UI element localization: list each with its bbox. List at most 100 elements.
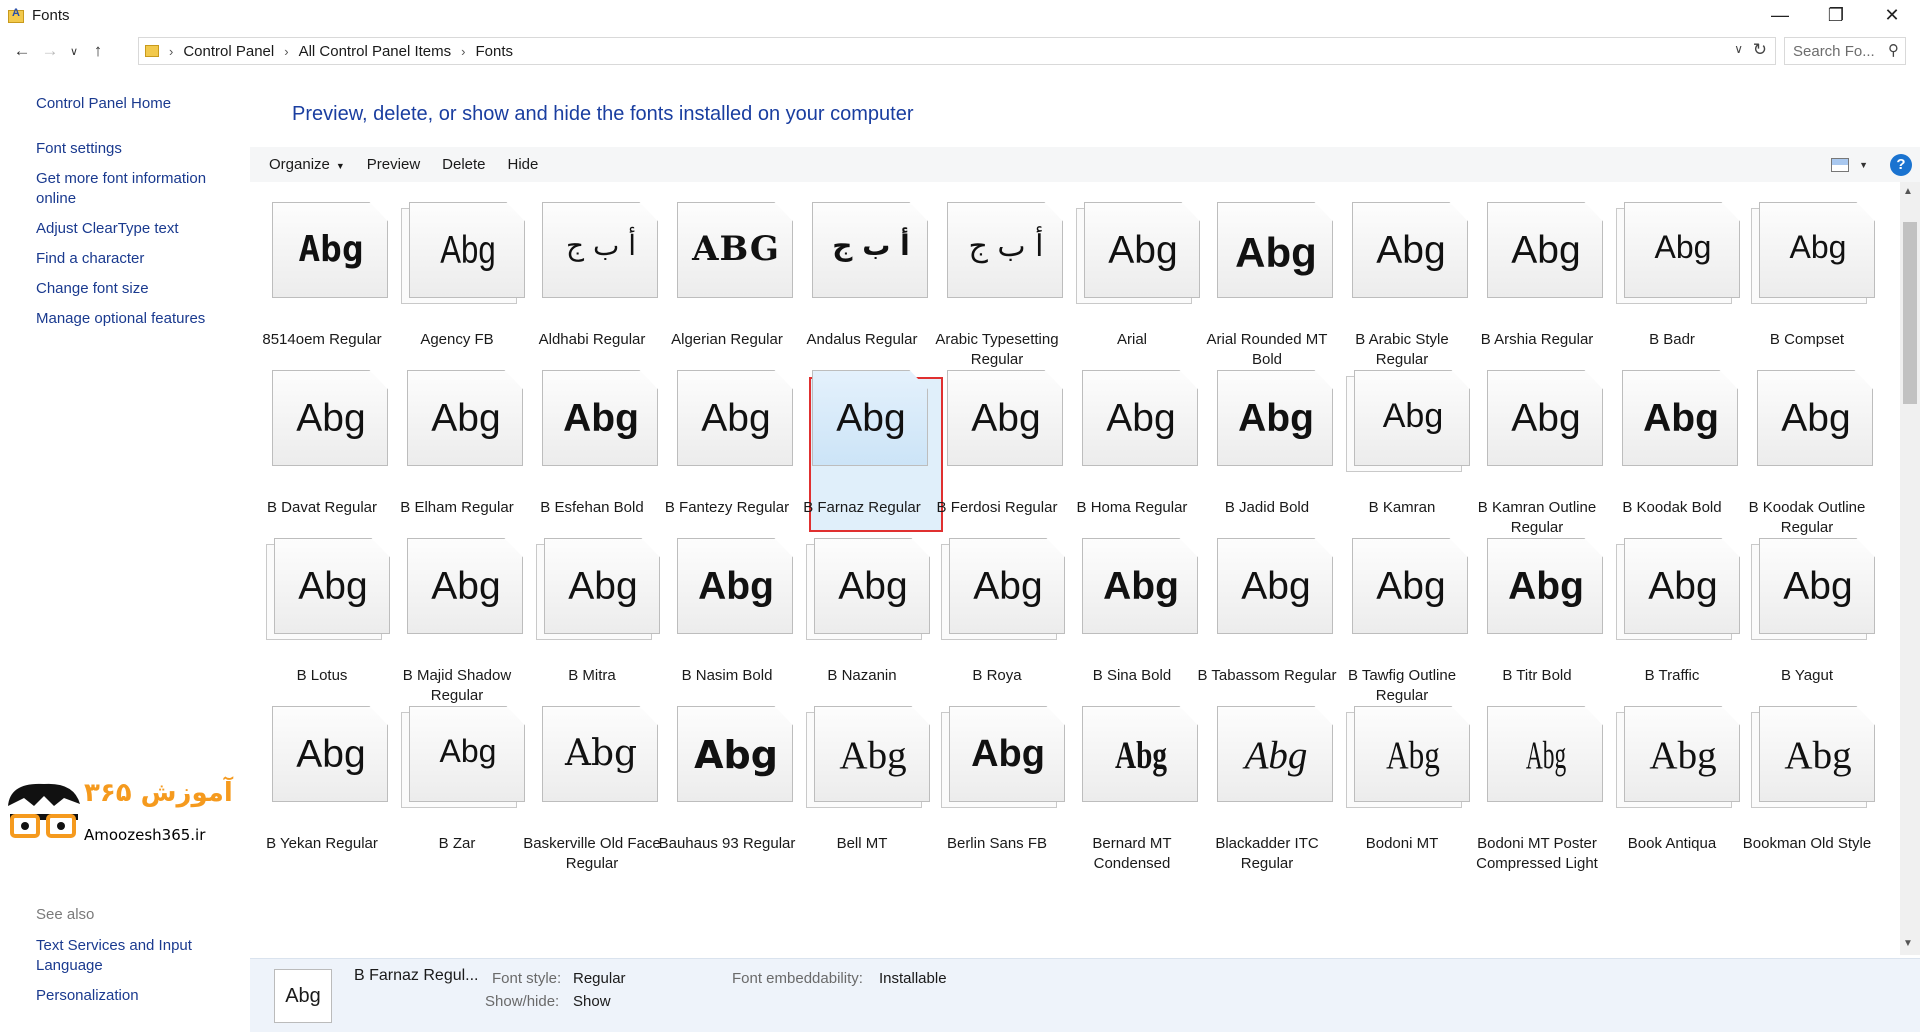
- font-sample-preview: Abg: [973, 565, 1043, 608]
- folder-icon: [145, 45, 159, 57]
- font-file-icon: Abg: [1352, 538, 1470, 634]
- font-name-label: Blackadder ITC Regular: [1215, 835, 1319, 872]
- font-name-label: Arial Rounded MT Bold: [1206, 331, 1328, 368]
- font-sample-preview: Abg: [836, 397, 906, 440]
- scroll-down-arrow-icon[interactable]: ▼: [1903, 938, 1913, 949]
- font-settings-link[interactable]: Font settings: [36, 139, 236, 159]
- scroll-up-arrow-icon[interactable]: ▲: [1903, 186, 1913, 197]
- scroll-thumb[interactable]: [1903, 222, 1917, 404]
- address-bar[interactable]: › Control Panel › All Control Panel Item…: [138, 37, 1776, 65]
- find-character-link[interactable]: Find a character: [36, 249, 236, 269]
- font-name-label: Bookman Old Style: [1742, 835, 1872, 852]
- font-sample-preview: Abg: [1525, 734, 1567, 777]
- font-name-label: B Nasim Bold: [681, 667, 773, 684]
- font-name-label: 8514oem Regular: [262, 331, 382, 348]
- font-sample-preview: Abg: [564, 733, 638, 774]
- breadcrumb-all-items[interactable]: All Control Panel Items: [293, 43, 458, 60]
- command-bar: Organize ▼ Preview Delete Hide ▼ ?: [250, 147, 1920, 182]
- font-file-icon: Abg: [1487, 706, 1605, 802]
- minimize-button[interactable]: —: [1752, 0, 1808, 30]
- font-sample-preview: Abg: [1511, 229, 1581, 272]
- font-file-icon: Abg: [1082, 370, 1200, 466]
- selected-font-name: B Farnaz Regul...: [354, 967, 479, 984]
- font-sample-preview: Abg: [1783, 565, 1853, 608]
- recent-locations-chevron-icon[interactable]: ∨: [64, 37, 84, 65]
- more-font-info-link[interactable]: Get more font information online: [36, 169, 236, 209]
- font-sample-preview: Abg: [568, 565, 638, 608]
- preview-button[interactable]: Preview: [356, 156, 431, 173]
- font-file-icon: Abg: [1616, 706, 1740, 808]
- font-sample-preview: Abg: [431, 565, 501, 608]
- font-file-icon: Abg: [401, 706, 525, 808]
- vertical-scrollbar[interactable]: ▲ ▼: [1900, 182, 1920, 955]
- forward-arrow-icon[interactable]: →: [36, 37, 64, 65]
- font-sample-preview: Abg: [1386, 734, 1440, 777]
- see-also-heading: See also: [36, 906, 95, 923]
- breadcrumb-separator-icon[interactable]: ›: [280, 44, 292, 59]
- font-name-label: B Nazanin: [827, 667, 897, 684]
- font-name-label: B Badr: [1649, 331, 1695, 348]
- organize-button[interactable]: Organize ▼: [258, 156, 356, 173]
- change-view-icon[interactable]: [1831, 157, 1850, 172]
- font-file-icon: Abg: [1622, 370, 1740, 466]
- font-style-value: Regular: [573, 970, 626, 987]
- font-file-icon: Abg: [1217, 706, 1335, 802]
- font-file-icon: Abg: [1616, 538, 1740, 640]
- page-title: Preview, delete, or show and hide the fo…: [292, 103, 914, 125]
- font-sample-preview: Abg: [1649, 734, 1717, 777]
- font-name-label: B Mitra: [568, 667, 616, 684]
- breadcrumb-separator-icon[interactable]: ›: [457, 44, 469, 59]
- manage-optional-features-link[interactable]: Manage optional features: [36, 309, 236, 329]
- font-file-icon: Abg: [1217, 202, 1335, 298]
- refresh-icon[interactable]: ↻: [1753, 40, 1767, 60]
- font-sample-preview: Abg: [971, 397, 1041, 440]
- breadcrumb-fonts[interactable]: Fonts: [470, 43, 520, 60]
- font-sample-preview: Abg: [296, 397, 366, 440]
- close-button[interactable]: ✕: [1864, 0, 1920, 30]
- font-sample-preview: Abg: [1103, 565, 1179, 608]
- delete-button[interactable]: Delete: [431, 156, 496, 173]
- search-placeholder: Search Fo...: [1793, 42, 1875, 60]
- personalization-link[interactable]: Personalization: [36, 986, 236, 1006]
- font-sample-preview: Abg: [1781, 397, 1851, 440]
- change-font-size-link[interactable]: Change font size: [36, 279, 236, 299]
- font-file-icon: Abg: [677, 706, 795, 802]
- font-name-label: B Compset: [1769, 331, 1845, 348]
- hide-button[interactable]: Hide: [497, 156, 550, 173]
- font-sample-preview: Abg: [1241, 565, 1311, 608]
- font-name-label: Arial: [1116, 331, 1147, 348]
- adjust-cleartype-link[interactable]: Adjust ClearType text: [36, 219, 236, 239]
- font-file-icon: أ ب ج: [542, 202, 660, 298]
- font-file-icon: Abg: [266, 538, 390, 640]
- font-file-icon: Abg: [542, 370, 660, 466]
- font-sample-preview: Abg: [701, 397, 771, 440]
- font-file-icon: Abg: [1757, 370, 1875, 466]
- address-dropdown-icon[interactable]: ∨: [1734, 42, 1743, 56]
- embeddability-value: Installable: [879, 970, 947, 987]
- breadcrumb-separator-icon[interactable]: ›: [165, 44, 177, 59]
- search-icon[interactable]: ⚲: [1888, 41, 1899, 59]
- font-sample-preview: Abg: [1376, 229, 1446, 272]
- restore-button[interactable]: ❐: [1808, 0, 1864, 30]
- font-file-icon: Abg: [1487, 370, 1605, 466]
- font-name-label: Agency FB: [420, 331, 494, 348]
- text-services-link[interactable]: Text Services and Input Language: [36, 936, 236, 976]
- help-icon[interactable]: ?: [1890, 153, 1912, 176]
- up-arrow-icon[interactable]: ↑: [84, 37, 112, 65]
- control-panel-home-link[interactable]: Control Panel Home: [36, 94, 236, 114]
- font-file-icon: Abg: [407, 538, 525, 634]
- font-sample-preview: Abg: [1106, 397, 1176, 440]
- title-bar: Fonts — ❐ ✕: [0, 0, 1920, 30]
- font-sample-preview: Abg: [1789, 229, 1847, 265]
- view-options-chevron-down-icon[interactable]: ▼: [1859, 160, 1868, 170]
- font-sample-preview: Abg: [1114, 734, 1168, 777]
- breadcrumb-control-panel[interactable]: Control Panel: [177, 43, 280, 60]
- font-name-label: B Titr Bold: [1502, 667, 1572, 684]
- back-arrow-icon[interactable]: ←: [8, 37, 36, 65]
- font-name-label: Bodoni MT: [1365, 835, 1439, 852]
- font-name-label: B Tawfig Outline Regular: [1347, 667, 1457, 704]
- font-name-label: B Arabic Style Regular: [1355, 331, 1449, 368]
- details-pane: Abg B Farnaz Regul... Font style: Regula…: [250, 958, 1920, 1032]
- search-input[interactable]: Search Fo... ⚲: [1784, 37, 1906, 65]
- font-name-label: Bodoni MT Poster Compressed Light: [1476, 835, 1598, 872]
